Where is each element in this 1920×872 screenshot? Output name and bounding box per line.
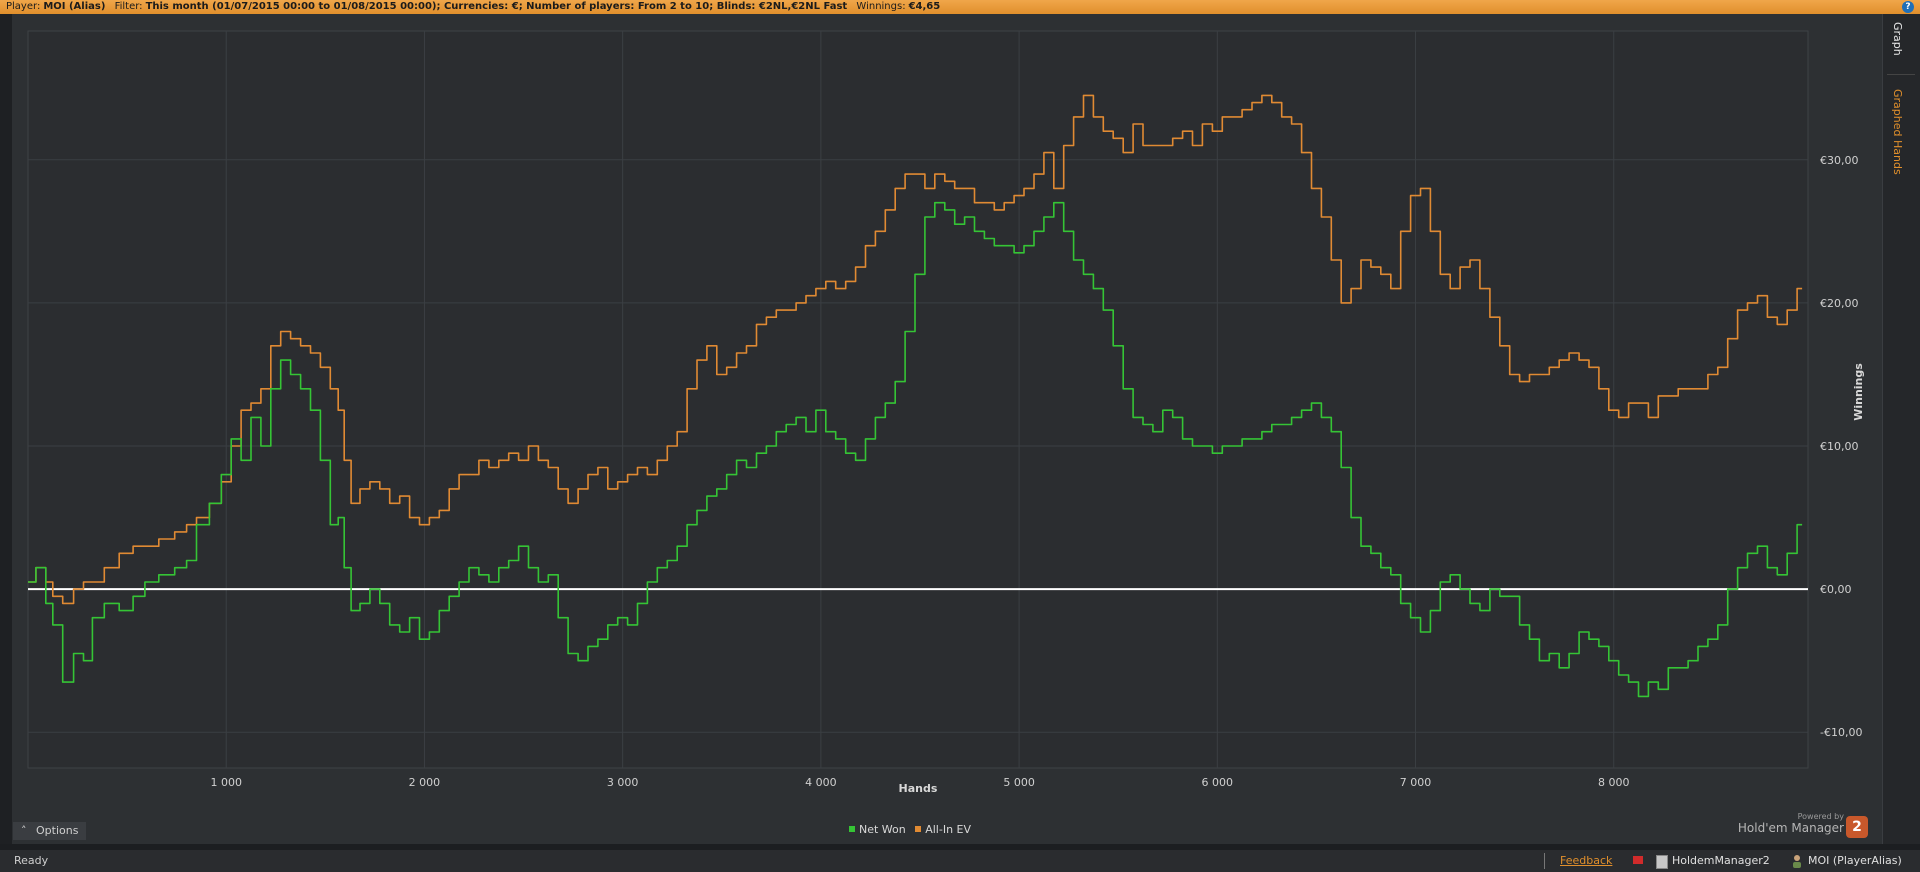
winnings-value: €4,65	[908, 1, 941, 12]
legend-item-net-won[interactable]: Net Won	[848, 823, 906, 836]
winnings-chart: -€10,00 €0,00 €10,00 €20,00 €30,00 1 000 2 000…	[27, 30, 1865, 795]
legend-label-net-won: Net Won	[858, 823, 906, 836]
x-tick-label: 4 000	[805, 776, 837, 789]
chart-legend: Net Won All-In EV	[0, 823, 1820, 836]
x-tick-label: 2 000	[409, 776, 441, 789]
player-label: Player:	[6, 1, 41, 12]
status-divider	[1544, 853, 1545, 869]
tab-divider	[1887, 74, 1915, 75]
powered-by-text: Powered by	[1797, 812, 1844, 821]
player-name[interactable]: MOI (PlayerAlias)	[1808, 850, 1902, 872]
y-tick-label: €0,00	[1820, 583, 1852, 596]
x-tick-label: 1 000	[210, 776, 242, 789]
y-tick-label: €20,00	[1820, 297, 1859, 310]
database-icon[interactable]	[1656, 855, 1668, 869]
x-tick-label: 6 000	[1202, 776, 1234, 789]
hm2-logo-icon: 2	[1846, 816, 1868, 838]
winnings-label: Winnings:	[856, 1, 906, 12]
filter-label: Filter:	[114, 1, 143, 12]
y-tick-label: €30,00	[1820, 154, 1859, 167]
filter-value: This month (01/07/2015 00:00 to 01/08/20…	[145, 1, 848, 12]
player-value: MOI (Alias)	[43, 1, 106, 12]
status-ready: Ready	[14, 854, 49, 867]
legend-label-all-in-ev: All-In EV	[925, 823, 972, 836]
right-tab-panel: Graph Graphed Hands	[1882, 14, 1920, 844]
help-icon[interactable]: ?	[1902, 1, 1914, 13]
plot-area	[27, 30, 1809, 769]
x-tick-label: 3 000	[607, 776, 639, 789]
graph-panel: -€10,00 €0,00 €10,00 €20,00 €30,00 1 000 2 000…	[12, 14, 1882, 844]
feedback-link[interactable]: Feedback	[1560, 850, 1612, 872]
powered-by-branding: Powered by Hold'em Manager	[1738, 812, 1844, 835]
x-tick-label: 8 000	[1598, 776, 1630, 789]
y-tick-label: €10,00	[1820, 440, 1859, 453]
legend-item-all-in-ev[interactable]: All-In EV	[915, 823, 971, 836]
y-tick-label: -€10,00	[1820, 726, 1862, 739]
legend-swatch-net-won	[848, 826, 855, 832]
tab-graph[interactable]: Graph	[1891, 22, 1904, 56]
left-gutter	[0, 14, 12, 844]
filter-bar: Player: MOI (Alias) Filter: This month (01…	[0, 0, 1920, 14]
app-name[interactable]: HoldemManager2	[1672, 850, 1770, 872]
legend-swatch-all-in-ev	[915, 826, 922, 832]
y-axis-label: Winnings	[1852, 363, 1865, 421]
flag-icon[interactable]	[1633, 856, 1643, 864]
x-tick-label: 7 000	[1400, 776, 1432, 789]
x-axis-label: Hands	[899, 782, 938, 795]
status-bar: Ready Feedback HoldemManager2 MOI (Playe…	[0, 850, 1920, 872]
tab-graphed-hands[interactable]: Graphed Hands	[1891, 89, 1904, 175]
user-icon[interactable]	[1792, 854, 1802, 868]
product-name: Hold'em Manager	[1737, 821, 1844, 835]
x-tick-label: 5 000	[1003, 776, 1035, 789]
